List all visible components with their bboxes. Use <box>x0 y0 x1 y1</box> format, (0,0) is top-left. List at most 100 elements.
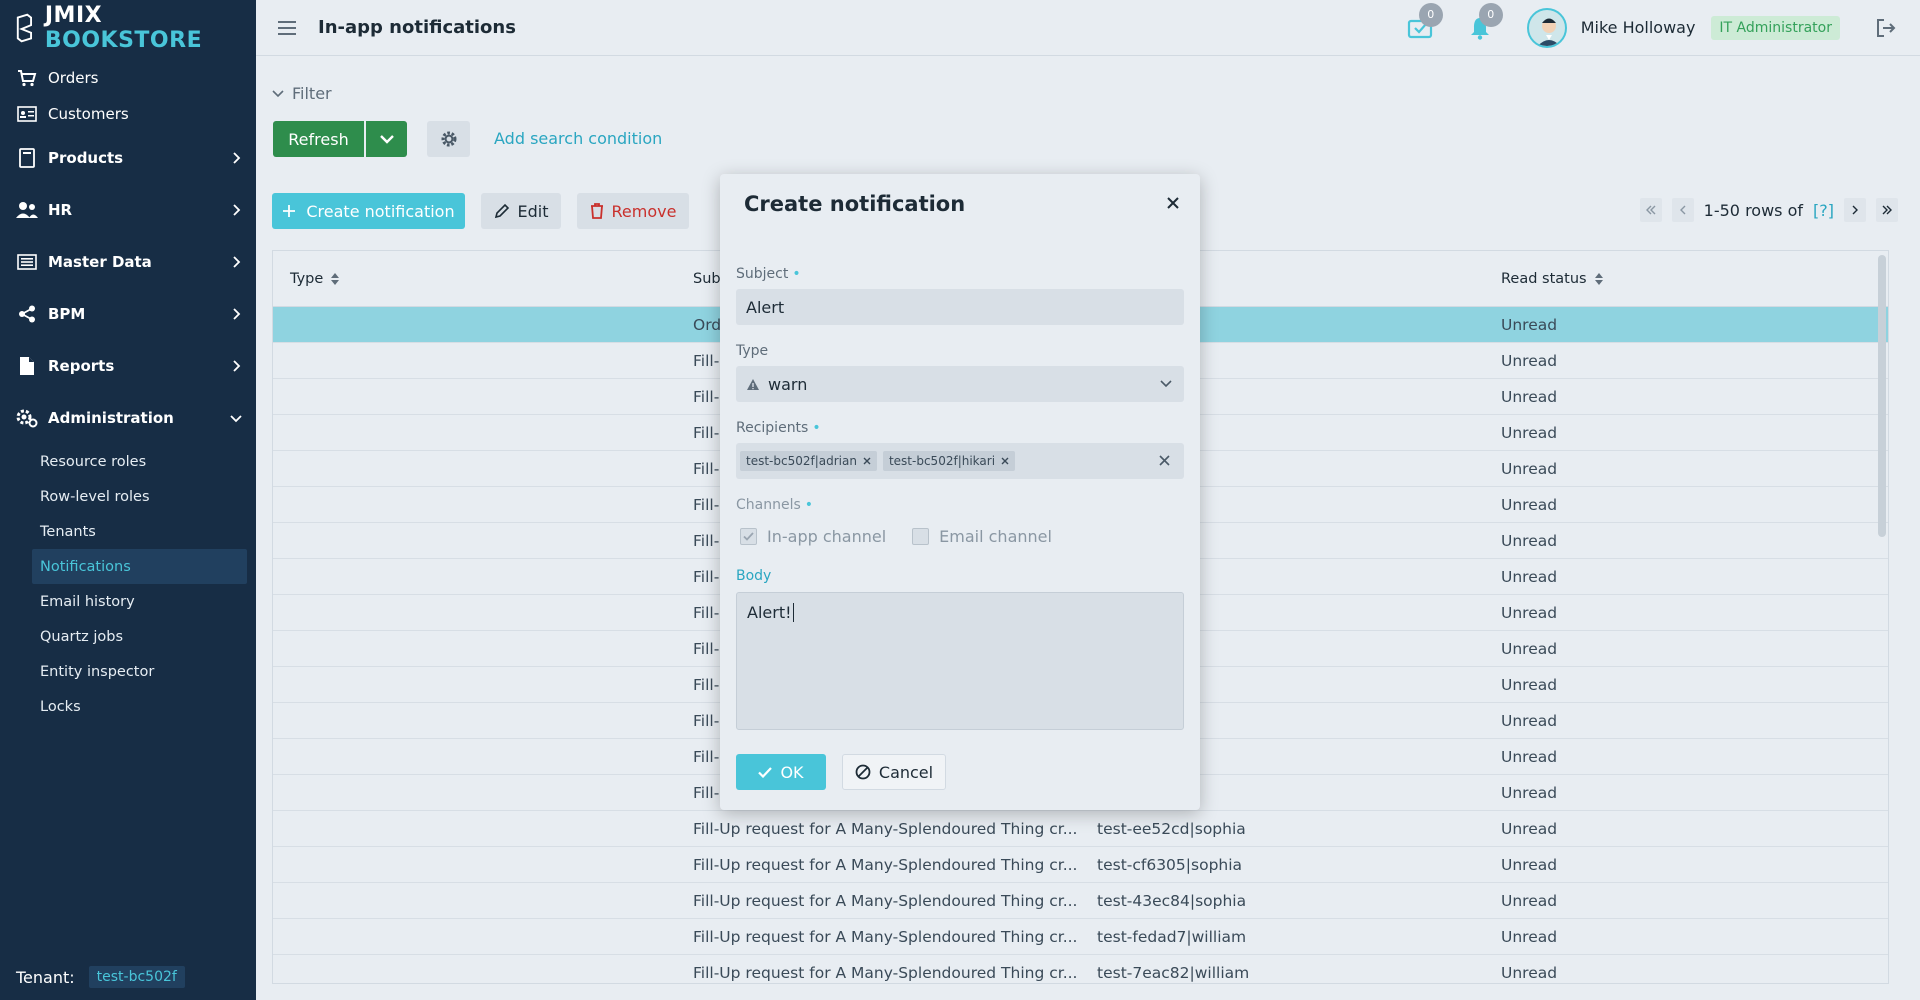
pencil-icon <box>494 203 509 219</box>
sidebar-item-resource-roles[interactable]: Resource roles <box>0 444 247 479</box>
sidebar-group-products[interactable]: Products <box>0 132 256 184</box>
brand-word-1: JMIX <box>44 3 103 28</box>
user-name[interactable]: Mike Holloway <box>1581 18 1696 37</box>
type-select[interactable]: warn <box>736 366 1184 402</box>
sidebar-item-row-level-roles[interactable]: Row-level roles <box>0 479 247 514</box>
remove-button[interactable]: Remove <box>577 193 689 229</box>
plus-icon <box>283 205 296 217</box>
email-channel-label: Email channel <box>939 527 1052 546</box>
required-indicator: • <box>792 266 801 282</box>
sidebar-item-label: Notifications <box>40 558 131 575</box>
channels-group: In-app channel Email channel <box>740 527 1052 546</box>
body-value: Alert! <box>747 603 792 622</box>
refresh-options-button[interactable] <box>366 121 407 157</box>
first-page-button[interactable] <box>1639 198 1662 222</box>
read-status-cell: Unread <box>1501 675 1558 694</box>
filter-settings-button[interactable] <box>427 121 470 157</box>
sidebar-item-customers[interactable]: Customers <box>0 96 256 132</box>
read-status-cell: Unread <box>1501 855 1558 874</box>
edit-label: Edit <box>517 201 549 221</box>
sidebar-item-locks[interactable]: Locks <box>0 689 247 724</box>
sidebar-item-tenants[interactable]: Tenants <box>0 514 247 549</box>
email-channel-checkbox[interactable] <box>912 528 930 545</box>
table-row[interactable]: Fill-Up request for A Many-Splendoured T… <box>273 955 1888 983</box>
sidebar-item-quartz-jobs[interactable]: Quartz jobs <box>0 619 247 654</box>
subject-label-text: Subject <box>736 266 789 282</box>
logout-icon[interactable] <box>1876 18 1896 38</box>
remove-chip-icon[interactable] <box>1001 457 1009 465</box>
sidebar-item-orders[interactable]: Orders <box>0 60 256 96</box>
column-header-type[interactable]: Type <box>273 271 693 287</box>
sidebar-item-label: Entity inspector <box>40 663 155 680</box>
recipient-chip: test-bc502f|hikari <box>882 451 1016 471</box>
remove-chip-icon[interactable] <box>863 457 871 465</box>
filter-toggle[interactable]: Filter <box>272 84 332 103</box>
read-status-cell: Unread <box>1501 819 1558 838</box>
ok-button[interactable]: OK <box>736 754 826 790</box>
recipient-cell: test-43ec84|sophia <box>1097 891 1247 910</box>
id-card-icon <box>16 104 38 124</box>
read-status-cell: Unread <box>1501 531 1558 550</box>
read-status-cell: Unread <box>1501 495 1558 514</box>
read-status-cell: Unread <box>1501 783 1558 802</box>
dialog-title: Create notification <box>744 192 966 216</box>
app-logo[interactable]: JMIX BOOKSTORE <box>0 0 256 56</box>
recipients-field[interactable]: test-bc502f|adrian test-bc502f|hikari <box>736 443 1184 479</box>
chevrons-left-icon <box>1645 205 1656 215</box>
required-indicator: • <box>812 420 821 436</box>
refresh-label: Refresh <box>288 129 349 149</box>
chevron-right-icon <box>233 204 241 216</box>
recipient-chip-label: test-bc502f|hikari <box>888 454 996 468</box>
recipient-cell: test-7eac82|william <box>1097 963 1250 982</box>
add-search-condition-link[interactable]: Add search condition <box>494 129 662 148</box>
sidebar-item-entity-inspector[interactable]: Entity inspector <box>0 654 247 689</box>
sidebar-item-email-history[interactable]: Email history <box>0 584 247 619</box>
create-notification-button[interactable]: Create notification <box>272 193 465 229</box>
close-icon[interactable] <box>1166 196 1180 210</box>
read-status-cell: Unread <box>1501 603 1558 622</box>
sidebar-group-reports[interactable]: Reports <box>0 340 256 392</box>
table-row[interactable]: Fill-Up request for A Many-Splendoured T… <box>273 883 1888 919</box>
sidebar-group-administration[interactable]: Administration <box>0 392 256 444</box>
last-page-button[interactable] <box>1876 198 1898 222</box>
table-row[interactable]: Fill-Up request for A Many-Splendoured T… <box>273 811 1888 847</box>
read-status-cell: Unread <box>1501 963 1558 982</box>
sidebar-group-label: BPM <box>48 305 86 323</box>
chevron-right-icon <box>233 152 241 164</box>
table-row[interactable]: Fill-Up request for A Many-Splendoured T… <box>273 847 1888 883</box>
table-scrollbar[interactable] <box>1878 255 1886 537</box>
column-header-read-status[interactable]: Read status <box>1501 271 1888 287</box>
check-icon <box>758 766 773 778</box>
inbox-button[interactable]: 0 <box>1407 2 1443 41</box>
next-page-button[interactable] <box>1844 198 1866 222</box>
notifications-button[interactable]: 0 <box>1467 2 1503 41</box>
cancel-button[interactable]: Cancel <box>842 754 946 790</box>
top-bar: In-app notifications 0 0 Mike Holloway I… <box>256 0 1920 56</box>
sidebar-group-bpm[interactable]: BPM <box>0 288 256 340</box>
sidebar-item-label: Resource roles <box>40 453 147 470</box>
read-status-cell: Unread <box>1501 459 1558 478</box>
sidebar-item-notifications[interactable]: Notifications <box>32 549 247 584</box>
remove-label: Remove <box>611 201 677 221</box>
refresh-button[interactable]: Refresh <box>273 121 364 157</box>
prev-page-button[interactable] <box>1671 198 1694 222</box>
inapp-channel-checkbox[interactable] <box>740 528 757 545</box>
pagination: 1-50 rows of [?] <box>1639 198 1898 222</box>
type-label-text: Type <box>736 343 769 359</box>
sidebar-item-label: Locks <box>40 698 81 715</box>
sidebar-item-label: Quartz jobs <box>40 628 124 645</box>
sidebar-group-master-data[interactable]: Master Data <box>0 236 256 288</box>
edit-button[interactable]: Edit <box>481 193 561 229</box>
total-count-link[interactable]: [?] <box>1813 201 1834 220</box>
body-textarea[interactable]: Alert! <box>736 592 1184 730</box>
tenant-label: Tenant: <box>16 967 75 987</box>
clear-icon[interactable] <box>1159 455 1170 466</box>
brand-name: JMIX BOOKSTORE <box>45 3 256 53</box>
body-label: Body <box>736 568 771 584</box>
avatar[interactable] <box>1526 7 1567 48</box>
check-icon <box>743 532 754 541</box>
table-row[interactable]: Fill-Up request for A Many-Splendoured T… <box>273 919 1888 955</box>
menu-icon[interactable] <box>278 20 296 35</box>
sidebar-group-hr[interactable]: HR <box>0 184 256 236</box>
subject-field[interactable]: Alert <box>736 289 1184 325</box>
